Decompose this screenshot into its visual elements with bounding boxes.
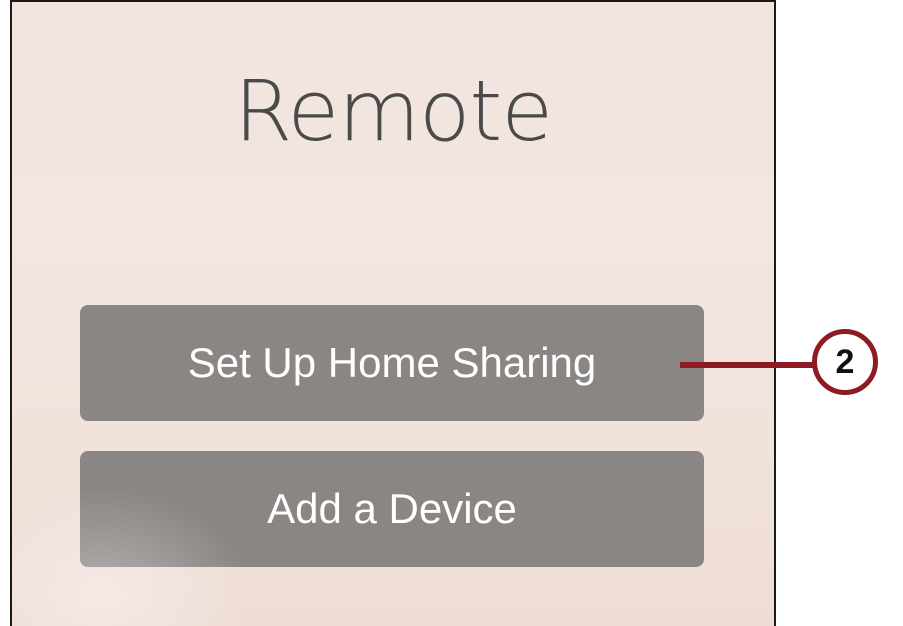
setup-home-sharing-button[interactable]: Set Up Home Sharing [80, 305, 704, 421]
app-title: Remote [233, 62, 553, 160]
figure: Remote Set Up Home Sharing Add a Device … [0, 0, 903, 626]
add-device-button[interactable]: Add a Device [80, 451, 704, 567]
callout-line [680, 362, 814, 368]
callout-number-badge: 2 [812, 329, 878, 395]
app-screen: Remote Set Up Home Sharing Add a Device [10, 0, 776, 626]
